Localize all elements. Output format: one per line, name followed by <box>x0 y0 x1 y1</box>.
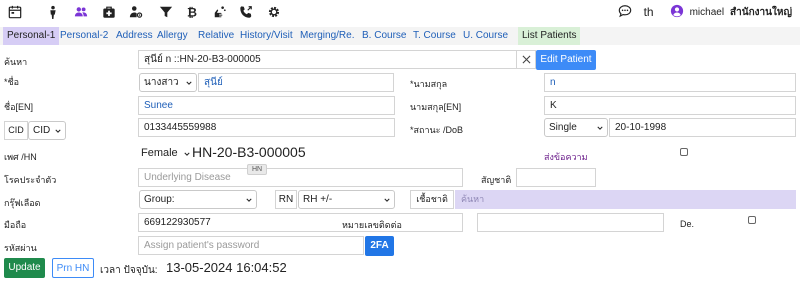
tab-b-course[interactable]: B. Course <box>358 27 410 45</box>
rn-label: RN <box>275 190 297 209</box>
chevron-down-icon <box>246 198 252 202</box>
gear-icon[interactable] <box>266 4 282 20</box>
blood-group-value: Group: <box>144 194 175 205</box>
cid-number-input[interactable]: 0133445559988 <box>138 118 395 137</box>
first-name-input[interactable]: สุนีย์ <box>198 73 394 92</box>
gender-select[interactable]: Female <box>141 144 190 163</box>
nationality-label: สัญชาติ <box>481 175 512 185</box>
tab-relative[interactable]: Relative <box>194 27 238 45</box>
de-checkbox[interactable] <box>748 216 756 224</box>
users-icon[interactable] <box>73 4 89 20</box>
svg-text:₿: ₿ <box>187 5 197 19</box>
person-icon[interactable] <box>45 4 61 20</box>
chevron-down-icon <box>597 126 603 130</box>
close-icon <box>522 55 530 64</box>
nationality-input[interactable] <box>516 168 596 187</box>
phone-input[interactable] <box>477 213 664 232</box>
last-name-en-label: นามสกุล[EN] <box>410 102 462 112</box>
user-name[interactable]: michael <box>690 7 724 18</box>
tab-history-visit[interactable]: History/Visit <box>236 27 297 45</box>
tab-merging[interactable]: Merging/Re. <box>296 27 358 45</box>
chevron-down-icon <box>186 81 192 85</box>
search-label: ค้นหา <box>4 57 28 67</box>
mobile-label: มือถือ <box>4 220 27 230</box>
chevron-down-icon <box>384 198 390 202</box>
chat-icon[interactable] <box>618 4 632 21</box>
first-name-en-input[interactable]: Sunee <box>138 96 395 115</box>
first-name-label: *ชื่อ <box>4 77 20 87</box>
patient-search-input[interactable]: สุนีย์ n ::HN-20-B3-000005 <box>138 50 517 69</box>
gender-hn-label: เพศ /HN <box>4 152 37 162</box>
mobile-input[interactable]: 669122930577 <box>138 213 463 232</box>
title-select-value: นางสาว <box>144 77 179 88</box>
marital-status-value: Single <box>549 122 577 133</box>
dob-input[interactable]: 20-10-1998 <box>609 118 796 137</box>
hn-tooltip: HN <box>247 164 268 175</box>
calendar-icon[interactable] <box>7 4 23 20</box>
first-name-en-label: ชื่อ[EN] <box>4 102 34 112</box>
send-message-link[interactable]: ส่งข้อความ <box>544 150 588 164</box>
language-switch[interactable]: th <box>644 5 654 19</box>
blood-group-label: กรุ๊ฟเลือด <box>4 198 41 208</box>
filter-icon[interactable] <box>158 4 174 20</box>
marital-status-select[interactable]: Single <box>544 118 608 137</box>
rh-value: RH +/- <box>303 194 333 205</box>
clear-search-button[interactable] <box>516 50 536 69</box>
rh-select[interactable]: RH +/- <box>298 190 395 209</box>
tab-allergy[interactable]: Allergy <box>153 27 192 45</box>
tab-bar: Personal-1 Personal-2 Address Allergy Re… <box>0 27 800 45</box>
user-gear-icon[interactable] <box>128 4 144 20</box>
underlying-disease-input[interactable]: Underlying Disease <box>138 168 463 187</box>
two-fa-button[interactable]: 2FA <box>365 236 394 256</box>
last-name-en-input[interactable]: K <box>544 96 796 115</box>
tab-personal-1[interactable]: Personal-1 <box>3 27 60 45</box>
chevron-down-icon <box>184 152 190 156</box>
phone-transfer-icon[interactable] <box>238 4 254 20</box>
current-time-label: เวลา ปัจจุบัน: <box>100 265 158 276</box>
hands-wash-icon[interactable] <box>212 4 228 20</box>
send-message-checkbox[interactable] <box>680 148 688 156</box>
print-hn-button[interactable]: Prn HN <box>52 258 94 278</box>
password-input[interactable]: Assign patient's password <box>138 236 364 255</box>
de-label: De. <box>680 219 695 229</box>
chevron-down-icon <box>55 129 61 133</box>
last-name-label: *นามสกุล <box>410 79 448 89</box>
bitcoin-icon[interactable]: ₿ <box>184 4 200 20</box>
top-toolbar: ₿ th michael สำนักงานใหญ่ <box>0 0 800 24</box>
current-time-value: 13-05-2024 16:04:52 <box>166 260 287 275</box>
disease-label: โรคประจำตัว <box>4 175 57 185</box>
cid-type-select[interactable]: CID <box>28 121 66 140</box>
race-label: เชื้อชาติ <box>410 190 454 209</box>
last-name-input[interactable]: n <box>544 73 796 92</box>
branch-name[interactable]: สำนักงานใหญ่ <box>730 5 792 20</box>
password-label: รหัสผ่าน <box>4 243 37 253</box>
user-avatar-icon[interactable] <box>670 4 684 21</box>
blood-group-select[interactable]: Group: <box>139 190 257 209</box>
tab-address[interactable]: Address <box>112 27 157 45</box>
tab-t-course[interactable]: T. Course <box>409 27 460 45</box>
tab-personal-2[interactable]: Personal-2 <box>56 27 112 45</box>
status-dob-label: *สถานะ /DoB <box>410 125 463 135</box>
edit-patient-button[interactable]: Edit Patient <box>536 50 596 70</box>
gender-value: Female <box>141 147 178 159</box>
tab-u-course[interactable]: U. Course <box>459 27 512 45</box>
cid-type-value: CID <box>33 125 51 136</box>
title-select[interactable]: นางสาว <box>139 73 197 92</box>
cid-label: CID <box>4 121 28 140</box>
medical-bag-icon[interactable] <box>101 4 117 20</box>
hn-value: HN-20-B3-000005 <box>192 144 306 160</box>
update-button[interactable]: Update <box>4 258 45 278</box>
tab-list-patients[interactable]: List Patients <box>518 27 581 45</box>
race-search-input[interactable]: ค้นหา <box>455 190 796 209</box>
phone-label: หมายเลขติดต่อ <box>342 220 402 230</box>
